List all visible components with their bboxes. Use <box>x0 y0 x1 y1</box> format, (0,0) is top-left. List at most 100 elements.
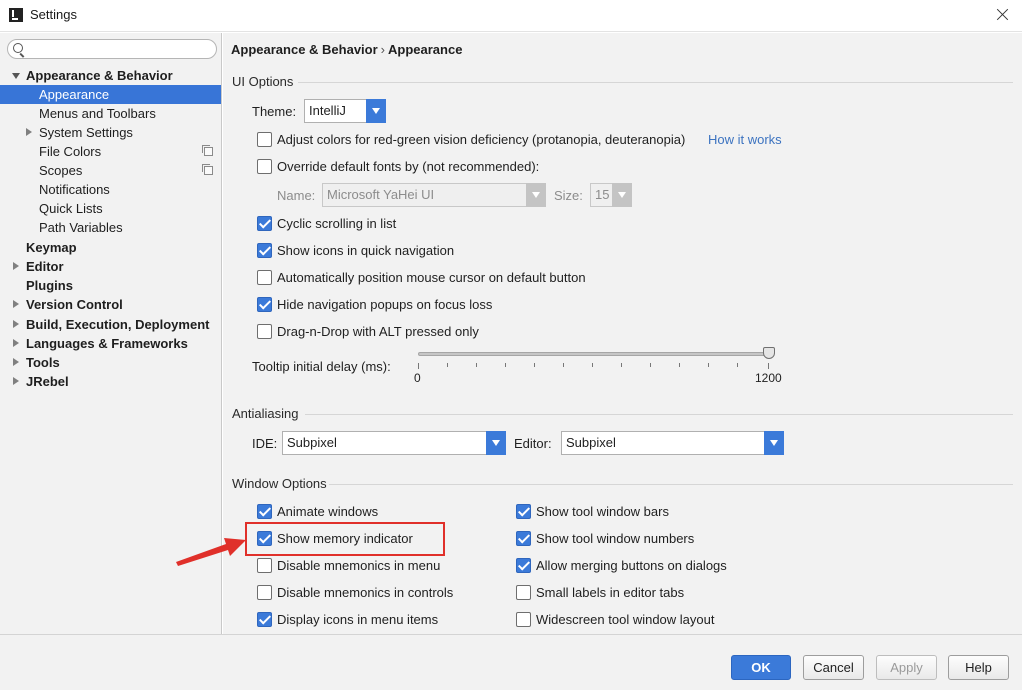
theme-label: Theme: <box>252 104 297 119</box>
title-bar: Settings <box>0 0 1022 32</box>
apply-button[interactable]: Apply <box>876 655 937 680</box>
chevron-right-icon[interactable] <box>13 339 19 347</box>
sidebar-item-languages-frameworks[interactable]: Languages & Frameworks <box>0 334 221 353</box>
slider-min-label: 0 <box>414 371 421 385</box>
sidebar-item-jrebel[interactable]: JRebel <box>0 372 221 391</box>
widescreen-layout-checkbox[interactable] <box>516 612 531 627</box>
antialiasing-heading: Antialiasing <box>232 406 299 421</box>
auto-position-mouse-label: Automatically position mouse cursor on d… <box>277 270 586 285</box>
sidebar-item-editor[interactable]: Editor <box>0 257 221 276</box>
theme-value: IntelliJ <box>309 103 346 118</box>
override-fonts-label: Override default fonts by (not recommend… <box>277 159 540 174</box>
dialog-footer: OK Cancel Apply Help <box>0 634 1022 690</box>
annotation-arrow-icon <box>176 538 246 566</box>
adjust-colors-checkbox[interactable] <box>257 132 272 147</box>
sidebar-item-notifications[interactable]: Notifications <box>0 180 221 199</box>
auto-position-mouse-checkbox[interactable] <box>257 270 272 285</box>
breadcrumb: Appearance & Behavior › Appearance <box>231 42 462 57</box>
show-tool-window-bars-label: Show tool window bars <box>536 504 669 519</box>
slider-tick <box>418 363 419 369</box>
annotation-highlight-box <box>245 522 445 556</box>
show-icons-quick-nav-label: Show icons in quick navigation <box>277 243 455 258</box>
breadcrumb-separator: › <box>380 42 386 57</box>
sidebar-item-version-control[interactable]: Version Control <box>0 295 221 314</box>
theme-dropdown[interactable]: IntelliJ <box>304 99 386 123</box>
slider-tick <box>534 363 535 367</box>
ok-button[interactable]: OK <box>731 655 791 680</box>
chevron-down-icon[interactable] <box>612 183 632 207</box>
disable-mnemonics-menu-checkbox[interactable] <box>257 558 272 573</box>
slider-tick <box>679 363 680 367</box>
disable-mnemonics-menu-label: Disable mnemonics in menu <box>277 558 441 573</box>
sidebar-item-quick-lists[interactable]: Quick Lists <box>0 199 221 218</box>
editor-antialiasing-dropdown[interactable]: Subpixel <box>561 431 784 455</box>
chevron-right-icon[interactable] <box>13 358 19 366</box>
slider-tick <box>708 363 709 367</box>
chevron-right-icon[interactable] <box>26 128 32 136</box>
slider-thumb[interactable] <box>763 347 775 359</box>
disable-mnemonics-controls-label: Disable mnemonics in controls <box>277 585 454 600</box>
show-tool-window-bars-checkbox[interactable] <box>516 504 531 519</box>
drag-n-drop-checkbox[interactable] <box>257 324 272 339</box>
ide-aa-value: Subpixel <box>287 435 337 450</box>
animate-windows-label: Animate windows <box>277 504 379 519</box>
sidebar-item-file-colors[interactable]: File Colors <box>0 142 221 161</box>
window-title: Settings <box>30 7 77 22</box>
disable-mnemonics-controls-checkbox[interactable] <box>257 585 272 600</box>
allow-merging-buttons-label: Allow merging buttons on dialogs <box>536 558 727 573</box>
font-name-value: Microsoft YaHei UI <box>327 187 435 202</box>
cancel-button[interactable]: Cancel <box>803 655 864 680</box>
display-icons-menu-checkbox[interactable] <box>257 612 272 627</box>
breadcrumb-current: Appearance <box>388 42 463 57</box>
help-button[interactable]: Help <box>948 655 1009 680</box>
sidebar-item-appearance-behavior[interactable]: Appearance & Behavior <box>0 66 221 85</box>
intellij-app-icon <box>9 8 23 22</box>
ide-antialiasing-dropdown[interactable]: Subpixel <box>282 431 506 455</box>
drag-n-drop-label: Drag-n-Drop with ALT pressed only <box>277 324 479 339</box>
sidebar-item-build-execution-deployment[interactable]: Build, Execution, Deployment <box>0 315 221 334</box>
font-name-dropdown[interactable]: Microsoft YaHei UI <box>322 183 546 207</box>
search-input[interactable] <box>7 39 217 59</box>
slider-tick <box>621 363 622 367</box>
hide-nav-popups-checkbox[interactable] <box>257 297 272 312</box>
section-divider <box>329 484 1013 485</box>
sidebar-item-scopes[interactable]: Scopes <box>0 161 221 180</box>
font-size-dropdown[interactable]: 15 <box>590 183 632 207</box>
sidebar-item-tools[interactable]: Tools <box>0 353 221 372</box>
chevron-down-icon[interactable] <box>366 99 386 123</box>
cyclic-scrolling-checkbox[interactable] <box>257 216 272 231</box>
section-divider <box>298 82 1013 83</box>
tooltip-delay-label: Tooltip initial delay (ms): <box>252 359 391 374</box>
chevron-down-icon[interactable] <box>486 431 506 455</box>
chevron-down-icon[interactable] <box>526 183 546 207</box>
tooltip-delay-slider[interactable] <box>418 352 769 356</box>
chevron-down-icon[interactable] <box>12 73 20 79</box>
slider-tick <box>737 363 738 367</box>
chevron-right-icon[interactable] <box>13 320 19 328</box>
sidebar-item-keymap[interactable]: Keymap <box>0 238 221 257</box>
sidebar-item-menus-toolbars[interactable]: Menus and Toolbars <box>0 104 221 123</box>
chevron-right-icon[interactable] <box>13 300 19 308</box>
slider-tick <box>505 363 506 367</box>
show-icons-quick-nav-checkbox[interactable] <box>257 243 272 258</box>
allow-merging-buttons-checkbox[interactable] <box>516 558 531 573</box>
sidebar-item-plugins[interactable]: Plugins <box>0 276 221 295</box>
slider-tick <box>592 363 593 367</box>
cyclic-scrolling-label: Cyclic scrolling in list <box>277 216 397 231</box>
font-size-label: Size: <box>554 188 583 203</box>
slider-max-label: 1200 <box>755 371 782 385</box>
chevron-down-icon[interactable] <box>764 431 784 455</box>
editor-aa-value: Subpixel <box>566 435 616 450</box>
chevron-right-icon[interactable] <box>13 262 19 270</box>
project-copy-icon <box>202 145 213 156</box>
chevron-right-icon[interactable] <box>13 377 19 385</box>
sidebar-item-system-settings[interactable]: System Settings <box>0 123 221 142</box>
close-icon[interactable] <box>992 5 1012 25</box>
small-labels-tabs-checkbox[interactable] <box>516 585 531 600</box>
how-it-works-link[interactable]: How it works <box>708 132 782 147</box>
sidebar-item-path-variables[interactable]: Path Variables <box>0 218 221 237</box>
animate-windows-checkbox[interactable] <box>257 504 272 519</box>
sidebar-item-appearance[interactable]: Appearance <box>0 85 221 104</box>
override-fonts-checkbox[interactable] <box>257 159 272 174</box>
show-tool-window-numbers-checkbox[interactable] <box>516 531 531 546</box>
